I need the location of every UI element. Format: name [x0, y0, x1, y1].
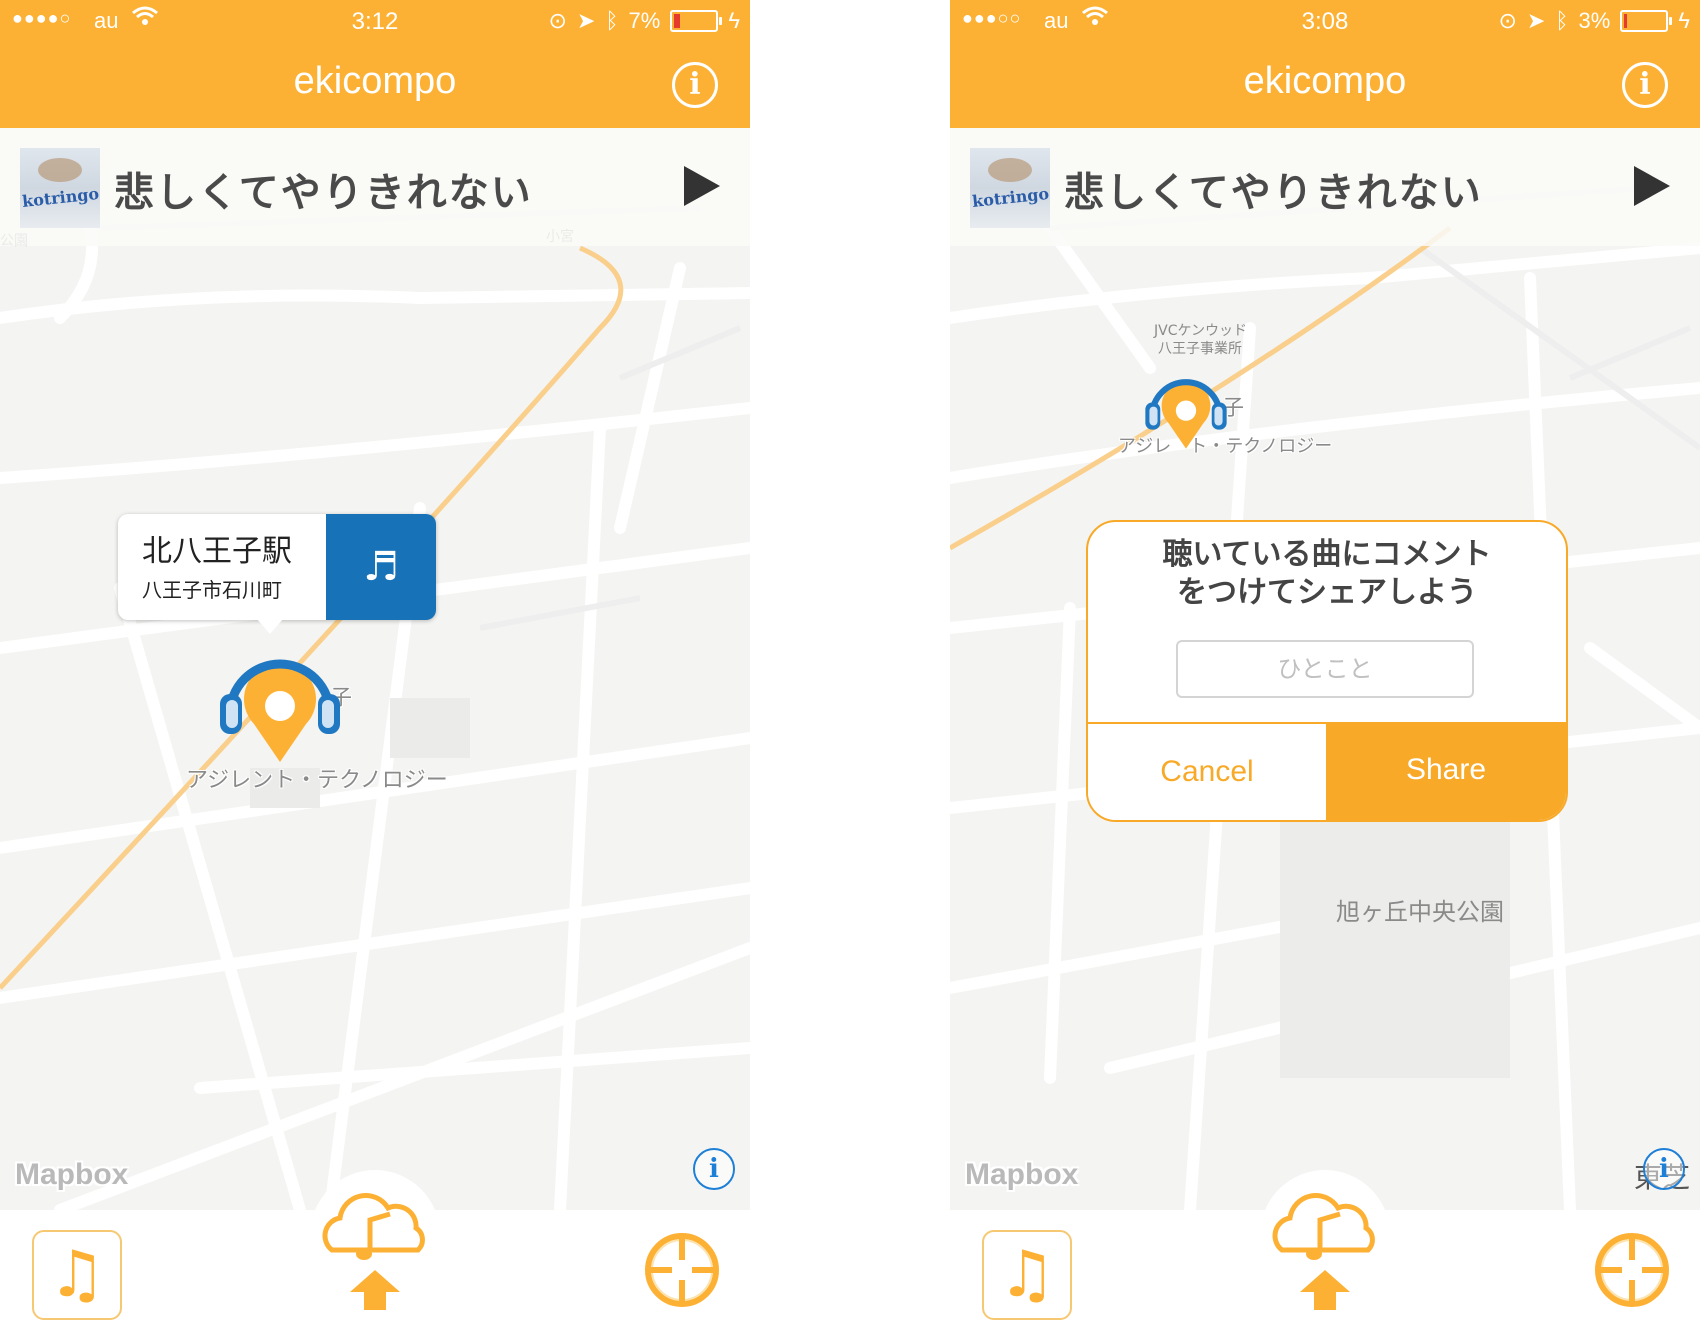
nav-bar: ekicompo i: [0, 40, 750, 128]
mapbox-logo: Mapbox: [965, 1158, 1079, 1191]
cloud-upload-icon[interactable]: [1260, 1170, 1390, 1320]
dialog-message: 聴いている曲にコメント をつけてシェアしよう: [1088, 536, 1566, 612]
cancel-button[interactable]: Cancel: [1088, 722, 1326, 820]
map-info-icon[interactable]: i: [1643, 1148, 1685, 1190]
bottom-toolbar: ♫: [950, 1170, 1700, 1334]
battery-percent: 7%: [628, 8, 661, 33]
app-title: ekicompo: [293, 60, 457, 102]
bottom-toolbar: ♫: [0, 1170, 750, 1334]
album-art: kotringo: [970, 148, 1050, 228]
charging-icon: ϟ: [728, 8, 740, 33]
album-art-text: kotringo: [971, 184, 1050, 211]
headphone-pin-icon[interactable]: [218, 650, 342, 770]
song-title: 悲しくてやりきれない: [1064, 170, 1483, 216]
bluetooth-icon: ᛒ: [1555, 8, 1569, 33]
map-label-jvc: JVCケンウッド: [1154, 323, 1248, 339]
play-icon[interactable]: [684, 166, 720, 206]
album-art-text: kotringo: [21, 184, 100, 211]
rotation-lock-icon: ⊙: [1498, 8, 1517, 33]
map-view[interactable]: 公園 小宮 Mapbox i: [0, 128, 750, 1210]
album-art: kotringo: [20, 148, 100, 228]
info-icon[interactable]: i: [1622, 62, 1668, 108]
station-name: 北八王子駅: [142, 534, 292, 569]
app-title: ekicompo: [1243, 60, 1407, 102]
mapbox-logo: Mapbox: [15, 1158, 129, 1191]
now-playing-bar[interactable]: kotringo 悲しくてやりきれない: [0, 128, 750, 246]
station-address: 八王子市石川町: [142, 578, 282, 602]
music-tab-icon[interactable]: ♫: [982, 1230, 1072, 1320]
callout-tail: [256, 618, 284, 634]
locate-crosshair-icon[interactable]: [644, 1232, 720, 1308]
battery-percent: 3%: [1578, 8, 1611, 33]
album-art-graphic: [988, 158, 1032, 182]
status-bar: ●●●○○ au 3:08 ⊙ ➤ ᛒ 3% ϟ: [950, 0, 1700, 40]
locate-crosshair-icon[interactable]: [1594, 1232, 1670, 1308]
battery-icon: [670, 10, 723, 32]
play-icon[interactable]: [1634, 166, 1670, 206]
status-bar: ●●●●○ au 3:12 ⊙ ➤ ᛒ 7% ϟ: [0, 0, 750, 40]
battery-icon: [1620, 10, 1673, 32]
now-playing-bar[interactable]: kotringo 悲しくてやりきれない: [950, 128, 1700, 246]
music-tab-icon[interactable]: ♫: [32, 1230, 122, 1320]
phone-screen-share: JVCケンウッド 八王子事業所 旭ヶ丘中央公園 東芝 Mapbox i ●●●○…: [950, 0, 1700, 1334]
headphone-pin-icon[interactable]: [1144, 372, 1228, 456]
share-button[interactable]: Share: [1326, 722, 1566, 820]
phone-screen-map: 公園 小宮 Mapbox i ●●●●○ au 3:12 ⊙ ➤ ᛒ 7% ϟ …: [0, 0, 750, 1334]
cloud-upload-icon[interactable]: [310, 1170, 440, 1320]
album-art-graphic: [38, 158, 82, 182]
info-icon[interactable]: i: [672, 62, 718, 108]
map-label-park: 旭ヶ丘中央公園: [1336, 898, 1504, 926]
dialog-message-line1: 聴いている曲にコメント: [1162, 537, 1492, 572]
location-arrow-icon: ➤: [1526, 8, 1546, 33]
bluetooth-icon: ᛒ: [605, 8, 619, 33]
comment-input[interactable]: [1176, 640, 1474, 698]
music-note-icon[interactable]: ♬: [326, 514, 436, 620]
map-label-jvc-office: 八王子事業所: [1158, 341, 1242, 357]
charging-icon: ϟ: [1678, 8, 1690, 33]
nav-bar: ekicompo i: [950, 40, 1700, 128]
location-arrow-icon: ➤: [576, 8, 596, 33]
station-callout[interactable]: 北八王子駅 八王子市石川町 ♬: [118, 514, 436, 634]
song-title: 悲しくてやりきれない: [114, 170, 533, 216]
rotation-lock-icon: ⊙: [548, 8, 567, 33]
dialog-message-line2: をつけてシェアしよう: [1177, 575, 1477, 610]
map-info-icon[interactable]: i: [693, 1148, 735, 1190]
map-roads: [0, 205, 750, 1210]
share-dialog: 聴いている曲にコメント をつけてシェアしよう Cancel Share: [1086, 520, 1568, 822]
